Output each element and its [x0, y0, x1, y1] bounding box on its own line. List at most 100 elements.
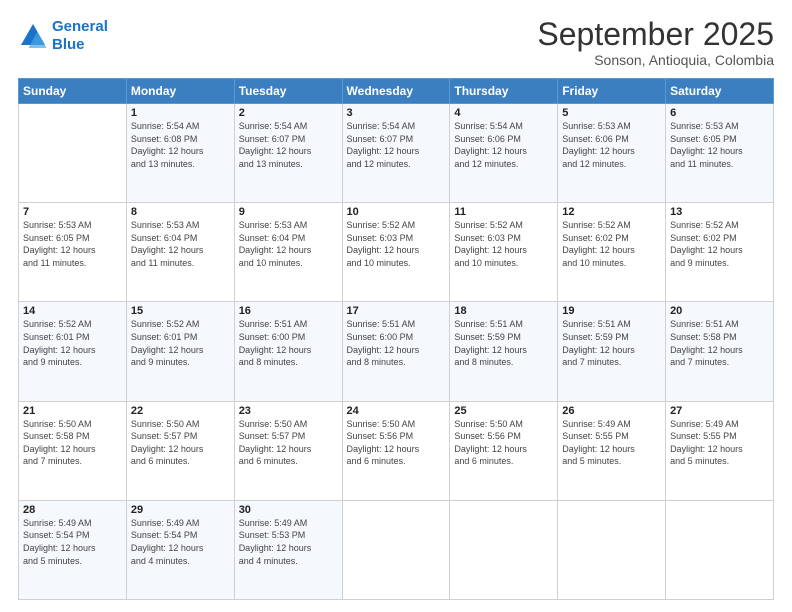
day-info: Sunrise: 5:49 AMSunset: 5:54 PMDaylight:… — [131, 517, 230, 567]
calendar-cell: 24Sunrise: 5:50 AMSunset: 5:56 PMDayligh… — [342, 401, 450, 500]
day-info: Sunrise: 5:50 AMSunset: 5:57 PMDaylight:… — [239, 418, 338, 468]
calendar-cell: 20Sunrise: 5:51 AMSunset: 5:58 PMDayligh… — [666, 302, 774, 401]
title-block: September 2025 Sonson, Antioquia, Colomb… — [537, 18, 774, 68]
calendar-cell: 3Sunrise: 5:54 AMSunset: 6:07 PMDaylight… — [342, 104, 450, 203]
day-info: Sunrise: 5:49 AMSunset: 5:55 PMDaylight:… — [670, 418, 769, 468]
day-number: 5 — [562, 107, 661, 119]
calendar-cell: 26Sunrise: 5:49 AMSunset: 5:55 PMDayligh… — [558, 401, 666, 500]
calendar-cell: 10Sunrise: 5:52 AMSunset: 6:03 PMDayligh… — [342, 203, 450, 302]
day-number: 25 — [454, 405, 553, 417]
calendar-cell: 7Sunrise: 5:53 AMSunset: 6:05 PMDaylight… — [19, 203, 127, 302]
day-number: 1 — [131, 107, 230, 119]
day-info: Sunrise: 5:53 AMSunset: 6:04 PMDaylight:… — [131, 219, 230, 269]
calendar-subtitle: Sonson, Antioquia, Colombia — [537, 52, 774, 68]
day-info: Sunrise: 5:52 AMSunset: 6:01 PMDaylight:… — [131, 318, 230, 368]
logo: General Blue — [18, 18, 108, 54]
calendar-table: Sunday Monday Tuesday Wednesday Thursday… — [18, 78, 774, 600]
day-info: Sunrise: 5:49 AMSunset: 5:54 PMDaylight:… — [23, 517, 122, 567]
day-info: Sunrise: 5:51 AMSunset: 5:59 PMDaylight:… — [562, 318, 661, 368]
day-info: Sunrise: 5:49 AMSunset: 5:55 PMDaylight:… — [562, 418, 661, 468]
day-number: 20 — [670, 305, 769, 317]
day-number: 9 — [239, 206, 338, 218]
day-number: 12 — [562, 206, 661, 218]
col-saturday: Saturday — [666, 79, 774, 104]
calendar-body: 1Sunrise: 5:54 AMSunset: 6:08 PMDaylight… — [19, 104, 774, 600]
logo-line1: General — [52, 18, 108, 35]
day-info: Sunrise: 5:52 AMSunset: 6:02 PMDaylight:… — [562, 219, 661, 269]
day-number: 17 — [347, 305, 446, 317]
day-number: 14 — [23, 305, 122, 317]
day-info: Sunrise: 5:51 AMSunset: 5:58 PMDaylight:… — [670, 318, 769, 368]
header: General Blue September 2025 Sonson, Anti… — [18, 18, 774, 68]
day-info: Sunrise: 5:51 AMSunset: 5:59 PMDaylight:… — [454, 318, 553, 368]
day-number: 15 — [131, 305, 230, 317]
calendar-cell: 22Sunrise: 5:50 AMSunset: 5:57 PMDayligh… — [126, 401, 234, 500]
calendar-week-2: 7Sunrise: 5:53 AMSunset: 6:05 PMDaylight… — [19, 203, 774, 302]
calendar-cell — [666, 500, 774, 599]
calendar-cell: 29Sunrise: 5:49 AMSunset: 5:54 PMDayligh… — [126, 500, 234, 599]
day-info: Sunrise: 5:52 AMSunset: 6:01 PMDaylight:… — [23, 318, 122, 368]
logo-icon — [18, 21, 48, 51]
day-info: Sunrise: 5:54 AMSunset: 6:07 PMDaylight:… — [239, 120, 338, 170]
calendar-cell: 12Sunrise: 5:52 AMSunset: 6:02 PMDayligh… — [558, 203, 666, 302]
day-number: 28 — [23, 504, 122, 516]
calendar-cell: 8Sunrise: 5:53 AMSunset: 6:04 PMDaylight… — [126, 203, 234, 302]
calendar-cell: 23Sunrise: 5:50 AMSunset: 5:57 PMDayligh… — [234, 401, 342, 500]
calendar-cell: 1Sunrise: 5:54 AMSunset: 6:08 PMDaylight… — [126, 104, 234, 203]
calendar-cell: 11Sunrise: 5:52 AMSunset: 6:03 PMDayligh… — [450, 203, 558, 302]
calendar-cell: 21Sunrise: 5:50 AMSunset: 5:58 PMDayligh… — [19, 401, 127, 500]
calendar-cell: 30Sunrise: 5:49 AMSunset: 5:53 PMDayligh… — [234, 500, 342, 599]
day-number: 27 — [670, 405, 769, 417]
day-number: 3 — [347, 107, 446, 119]
calendar-cell: 27Sunrise: 5:49 AMSunset: 5:55 PMDayligh… — [666, 401, 774, 500]
day-number: 19 — [562, 305, 661, 317]
calendar-cell — [19, 104, 127, 203]
day-info: Sunrise: 5:50 AMSunset: 5:57 PMDaylight:… — [131, 418, 230, 468]
day-number: 16 — [239, 305, 338, 317]
calendar-cell: 28Sunrise: 5:49 AMSunset: 5:54 PMDayligh… — [19, 500, 127, 599]
col-sunday: Sunday — [19, 79, 127, 104]
calendar-week-3: 14Sunrise: 5:52 AMSunset: 6:01 PMDayligh… — [19, 302, 774, 401]
calendar-cell — [342, 500, 450, 599]
day-number: 21 — [23, 405, 122, 417]
calendar-cell: 25Sunrise: 5:50 AMSunset: 5:56 PMDayligh… — [450, 401, 558, 500]
day-number: 6 — [670, 107, 769, 119]
calendar-cell — [450, 500, 558, 599]
day-number: 30 — [239, 504, 338, 516]
day-info: Sunrise: 5:53 AMSunset: 6:05 PMDaylight:… — [23, 219, 122, 269]
calendar-week-1: 1Sunrise: 5:54 AMSunset: 6:08 PMDaylight… — [19, 104, 774, 203]
day-number: 2 — [239, 107, 338, 119]
day-info: Sunrise: 5:53 AMSunset: 6:04 PMDaylight:… — [239, 219, 338, 269]
day-number: 8 — [131, 206, 230, 218]
calendar-cell: 5Sunrise: 5:53 AMSunset: 6:06 PMDaylight… — [558, 104, 666, 203]
calendar-cell — [558, 500, 666, 599]
logo-line2: Blue — [52, 36, 85, 53]
day-info: Sunrise: 5:53 AMSunset: 6:05 PMDaylight:… — [670, 120, 769, 170]
calendar-cell: 17Sunrise: 5:51 AMSunset: 6:00 PMDayligh… — [342, 302, 450, 401]
calendar-cell: 14Sunrise: 5:52 AMSunset: 6:01 PMDayligh… — [19, 302, 127, 401]
col-tuesday: Tuesday — [234, 79, 342, 104]
col-wednesday: Wednesday — [342, 79, 450, 104]
calendar-cell: 9Sunrise: 5:53 AMSunset: 6:04 PMDaylight… — [234, 203, 342, 302]
page: General Blue September 2025 Sonson, Anti… — [0, 0, 792, 612]
day-info: Sunrise: 5:52 AMSunset: 6:02 PMDaylight:… — [670, 219, 769, 269]
day-info: Sunrise: 5:54 AMSunset: 6:08 PMDaylight:… — [131, 120, 230, 170]
calendar-cell: 6Sunrise: 5:53 AMSunset: 6:05 PMDaylight… — [666, 104, 774, 203]
day-number: 18 — [454, 305, 553, 317]
day-info: Sunrise: 5:50 AMSunset: 5:58 PMDaylight:… — [23, 418, 122, 468]
calendar-week-4: 21Sunrise: 5:50 AMSunset: 5:58 PMDayligh… — [19, 401, 774, 500]
calendar-cell: 16Sunrise: 5:51 AMSunset: 6:00 PMDayligh… — [234, 302, 342, 401]
day-info: Sunrise: 5:49 AMSunset: 5:53 PMDaylight:… — [239, 517, 338, 567]
calendar-cell: 4Sunrise: 5:54 AMSunset: 6:06 PMDaylight… — [450, 104, 558, 203]
calendar-cell: 2Sunrise: 5:54 AMSunset: 6:07 PMDaylight… — [234, 104, 342, 203]
day-info: Sunrise: 5:50 AMSunset: 5:56 PMDaylight:… — [454, 418, 553, 468]
day-number: 4 — [454, 107, 553, 119]
day-number: 11 — [454, 206, 553, 218]
calendar-cell: 15Sunrise: 5:52 AMSunset: 6:01 PMDayligh… — [126, 302, 234, 401]
day-number: 13 — [670, 206, 769, 218]
day-info: Sunrise: 5:54 AMSunset: 6:07 PMDaylight:… — [347, 120, 446, 170]
col-monday: Monday — [126, 79, 234, 104]
calendar-title: September 2025 — [537, 18, 774, 50]
calendar-week-5: 28Sunrise: 5:49 AMSunset: 5:54 PMDayligh… — [19, 500, 774, 599]
day-number: 24 — [347, 405, 446, 417]
